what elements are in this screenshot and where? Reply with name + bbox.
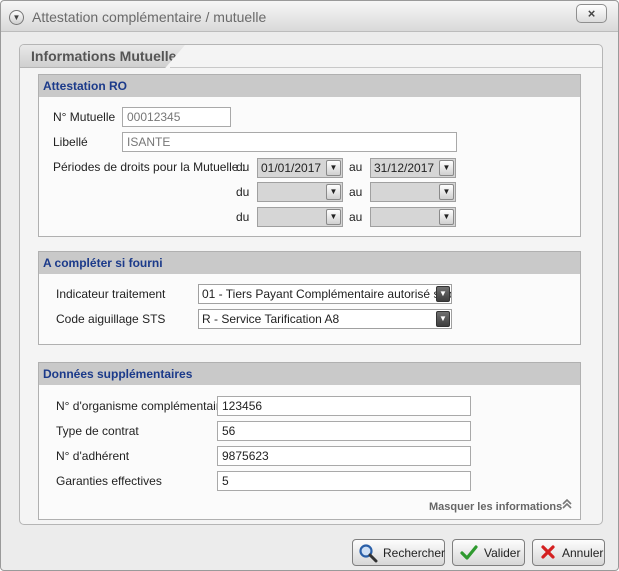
donnees-supplementaires-section: Données supplémentaires — [38, 362, 581, 520]
rechercher-label: Rechercher — [383, 546, 446, 560]
numero-mutuelle-field[interactable]: 00012345 — [122, 107, 231, 127]
window-title: Attestation complémentaire / mutuelle — [32, 9, 267, 25]
annuler-button[interactable]: Annuler — [532, 539, 605, 566]
periodes-label: Périodes de droits pour la Mutuelle : — [53, 160, 246, 174]
annuler-label: Annuler — [562, 546, 604, 560]
period-3-du-label: du — [236, 210, 250, 224]
period-3-au-label: au — [349, 210, 363, 224]
libelle-field[interactable]: ISANTE — [122, 132, 457, 152]
double-chevron-up-icon[interactable] — [561, 498, 573, 513]
valider-button[interactable]: Valider — [452, 539, 525, 566]
period-1-from-value: 01/01/2017 — [261, 161, 322, 175]
period-2-to-date[interactable]: ▼ — [370, 182, 456, 202]
dialog-window: ▼ Attestation complémentaire / mutuelle … — [0, 0, 619, 571]
rechercher-button[interactable]: Rechercher — [352, 539, 445, 566]
panel-divider — [170, 67, 602, 68]
indicateur-traitement-select[interactable]: 01 - Tiers Payant Complémentaire autoris… — [198, 284, 452, 304]
type-contrat-label: Type de contrat — [56, 424, 139, 438]
adherent-field[interactable]: 9875623 — [217, 446, 471, 466]
period-1-au-label: au — [349, 160, 363, 174]
chevron-down-icon[interactable]: ▼ — [9, 10, 24, 25]
close-button[interactable]: × — [576, 4, 607, 23]
code-aiguillage-value: R - Service Tarification A8 — [202, 312, 340, 326]
period-3-to-date[interactable]: ▼ — [370, 207, 456, 227]
period-3-from-date[interactable]: ▼ — [257, 207, 343, 227]
valider-label: Valider — [484, 546, 521, 560]
code-aiguillage-select[interactable]: R - Service Tarification A8 ▼ — [198, 309, 452, 329]
garanties-field[interactable]: 5 — [217, 471, 471, 491]
donnees-supplementaires-header: Données supplémentaires — [39, 363, 580, 385]
garanties-label: Garanties effectives — [56, 474, 162, 488]
organisme-field[interactable]: 123456 — [217, 396, 471, 416]
chevron-down-icon[interactable]: ▼ — [439, 184, 454, 200]
chevron-down-icon[interactable]: ▼ — [436, 311, 450, 327]
masquer-informations-link[interactable]: Masquer les informations — [429, 501, 562, 513]
libelle-label: Libellé — [53, 135, 88, 149]
chevron-down-icon[interactable]: ▼ — [439, 160, 454, 176]
search-icon — [358, 543, 378, 567]
panel-title: Informations Mutuelle — [20, 45, 185, 68]
period-1-to-value: 31/12/2017 — [374, 161, 435, 175]
title-bar[interactable]: ▼ Attestation complémentaire / mutuelle … — [1, 1, 618, 32]
period-2-from-date[interactable]: ▼ — [257, 182, 343, 202]
checkmark-icon — [459, 543, 479, 567]
adherent-label: N° d'adhérent — [56, 449, 130, 463]
chevron-down-icon[interactable]: ▼ — [326, 160, 341, 176]
organisme-label: N° d'organisme complémentaire — [56, 399, 227, 413]
attestation-ro-header: Attestation RO — [39, 75, 580, 97]
numero-mutuelle-label: N° Mutuelle — [53, 110, 116, 124]
indicateur-traitement-label: Indicateur traitement — [56, 287, 166, 301]
close-icon — [539, 543, 557, 565]
period-1-to-date[interactable]: 31/12/2017 ▼ — [370, 158, 456, 178]
chevron-down-icon[interactable]: ▼ — [326, 184, 341, 200]
indicateur-traitement-value: 01 - Tiers Payant Complémentaire autoris… — [202, 287, 452, 301]
chevron-down-icon[interactable]: ▼ — [326, 209, 341, 225]
chevron-down-icon[interactable]: ▼ — [439, 209, 454, 225]
period-2-au-label: au — [349, 185, 363, 199]
a-completer-header: A compléter si fourni — [39, 252, 580, 274]
period-2-du-label: du — [236, 185, 250, 199]
period-1-from-date[interactable]: 01/01/2017 ▼ — [257, 158, 343, 178]
type-contrat-field[interactable]: 56 — [217, 421, 471, 441]
chevron-down-icon[interactable]: ▼ — [436, 286, 450, 302]
period-1-du-label: du — [236, 160, 250, 174]
code-aiguillage-label: Code aiguillage STS — [56, 312, 166, 326]
